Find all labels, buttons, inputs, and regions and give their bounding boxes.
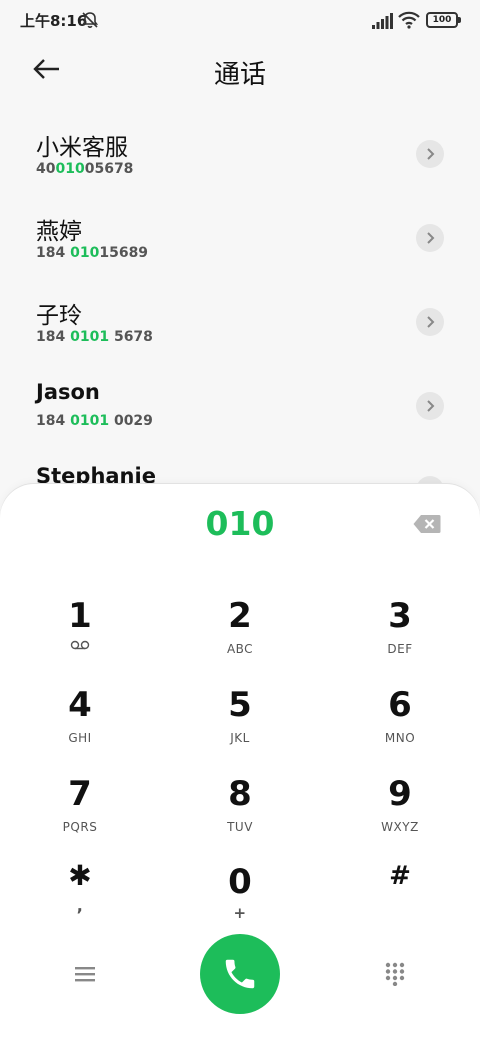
- battery-icon: 100: [426, 12, 461, 28]
- key-digit: 9: [388, 774, 412, 814]
- contact-detail-button[interactable]: [416, 140, 444, 168]
- key-letters: PQRS: [62, 820, 98, 834]
- contact-name: Jason: [36, 380, 100, 404]
- key-letters: MNO: [384, 731, 416, 745]
- menu-icon[interactable]: [74, 964, 96, 984]
- key-1[interactable]: 1: [25, 596, 135, 676]
- key-letters: ,: [76, 896, 84, 915]
- key-digit: 3: [388, 596, 412, 636]
- contact-result-item[interactable]: 小米客服 4001005678: [0, 112, 480, 196]
- key-3[interactable]: 3 DEF: [345, 596, 455, 676]
- chevron-right-icon: [427, 148, 435, 160]
- key-digit: 0: [228, 862, 252, 902]
- key-digit: 4: [68, 685, 92, 725]
- contact-number: 184 01015689: [36, 245, 149, 261]
- key-digit: 8: [228, 774, 252, 814]
- backspace-icon[interactable]: [413, 514, 441, 534]
- header: 通话: [0, 40, 480, 100]
- key-2[interactable]: 2 ABC: [185, 596, 295, 676]
- key-digit: #: [389, 861, 411, 891]
- key-letters: WXYZ: [381, 820, 419, 834]
- key-digit: 7: [68, 774, 92, 814]
- key-digit: 2: [228, 596, 252, 636]
- key-digit: 5: [228, 685, 252, 725]
- page-title: 通话: [213, 60, 266, 90]
- contact-number: 4001005678: [36, 161, 134, 177]
- key-0[interactable]: 0 +: [185, 862, 295, 942]
- battery-level: 100: [432, 15, 452, 25]
- key-8[interactable]: 8 TUV: [185, 774, 295, 854]
- contact-detail-button[interactable]: [416, 308, 444, 336]
- key-hash[interactable]: #: [345, 856, 455, 936]
- key-letters: GHI: [68, 731, 92, 745]
- key-letters: JKL: [230, 731, 250, 745]
- contact-number: 184 0101 5678: [36, 329, 153, 345]
- bell-muted-icon: [81, 12, 99, 28]
- key-5[interactable]: 5 JKL: [185, 685, 295, 765]
- status-bar: 上午8:16 100: [0, 0, 480, 40]
- status-time: 上午8:16: [20, 12, 88, 30]
- key-digit: 6: [388, 685, 412, 725]
- contact-detail-button[interactable]: [416, 392, 444, 420]
- key-6[interactable]: 6 MNO: [345, 685, 455, 765]
- contact-result-item[interactable]: 子玲 184 0101 5678: [0, 280, 480, 364]
- chevron-right-icon: [427, 316, 435, 328]
- key-digit: ✱: [68, 859, 92, 892]
- key-4[interactable]: 4 GHI: [25, 685, 135, 765]
- chevron-right-icon: [427, 232, 435, 244]
- dialpad-grid-icon[interactable]: [384, 962, 406, 986]
- key-star[interactable]: ✱ ,: [25, 856, 135, 936]
- key-letters: +: [233, 904, 247, 922]
- phone-icon: [225, 959, 255, 989]
- contact-name: 燕婷: [36, 219, 82, 245]
- signal-icon: [372, 13, 393, 29]
- dialed-number[interactable]: 010: [0, 504, 480, 543]
- contact-name: 子玲: [36, 303, 82, 329]
- voicemail-icon: [70, 640, 90, 650]
- contact-detail-button[interactable]: [416, 224, 444, 252]
- key-7[interactable]: 7 PQRS: [25, 774, 135, 854]
- key-letters: ABC: [226, 642, 254, 656]
- wifi-icon: [398, 11, 420, 29]
- dialpad-actions: [0, 934, 480, 1024]
- key-digit: 1: [68, 596, 92, 636]
- contact-name: 小米客服: [36, 135, 128, 161]
- contact-result-item[interactable]: 燕婷 184 01015689: [0, 196, 480, 280]
- call-button[interactable]: [200, 934, 280, 1014]
- contact-number: 184 0101 0029: [36, 413, 153, 429]
- key-9[interactable]: 9 WXYZ: [345, 774, 455, 854]
- chevron-right-icon: [427, 400, 435, 412]
- contact-result-item[interactable]: Jason 184 0101 0029: [0, 364, 480, 448]
- dialpad-panel: 010 1 2 ABC 3 DEF 4 GHI 5 JKL 6 MNO 7 PQ…: [0, 484, 480, 1040]
- key-letters: DEF: [387, 642, 413, 656]
- contact-results-list[interactable]: 小米客服 4001005678 燕婷 184 01015689 子玲 184 0…: [0, 112, 480, 492]
- key-letters: TUV: [227, 820, 253, 834]
